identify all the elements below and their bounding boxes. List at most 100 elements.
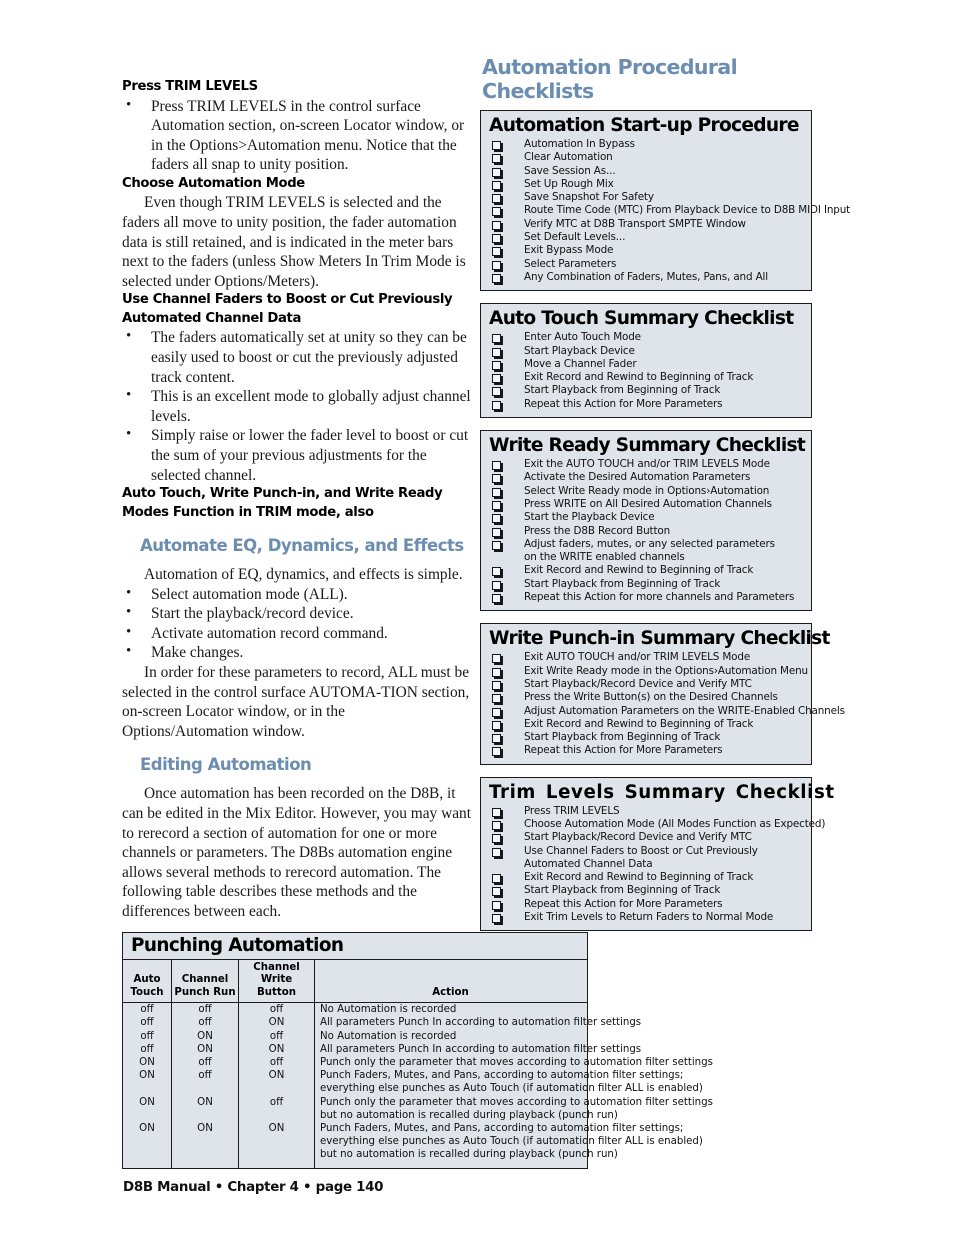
checkbox-icon[interactable] [492,461,501,471]
checklist-item[interactable]: Use Channel Faders to Boost or Cut Previ… [481,845,811,858]
checkbox-icon[interactable] [492,747,501,757]
checklist-item[interactable]: Press the Write Button(s) on the Desired… [481,691,811,704]
checklist-item[interactable]: Start Playback/Record Device and Verify … [481,678,811,691]
checkbox-icon[interactable] [492,400,501,410]
checklist-item[interactable]: Exit Record and Rewind to Beginning of T… [481,564,811,577]
checklist-item[interactable]: Repeat this Action for more channels and… [481,591,811,604]
checkbox-icon[interactable] [492,834,501,844]
checklist-item-label: Clear Automation [524,151,613,164]
checklist-item[interactable]: Press WRITE on All Desired Automation Ch… [481,498,811,511]
checklist-item[interactable]: Set Up Rough Mix [481,178,811,191]
checklist-item[interactable]: Verify MTC at D8B Transport SMPTE Window [481,218,811,231]
checklist-item[interactable]: Press the D8B Record Button [481,525,811,538]
checklist-item-label: Start Playback from Beginning of Track [524,577,721,590]
checkbox-icon[interactable] [492,694,501,704]
checklist-item[interactable]: Exit the AUTO TOUCH and/or TRIM LEVELS M… [481,458,811,471]
checkbox-icon[interactable] [492,914,501,924]
checklist-item[interactable]: Start the Playback Device [481,511,811,524]
checkbox-icon[interactable] [492,874,501,884]
checklist-item[interactable]: Exit Record and Rewind to Beginning of T… [481,371,811,384]
checklist-item[interactable]: Exit Record and Rewind to Beginning of T… [481,871,811,884]
checklist-item[interactable]: Select Parameters [481,258,811,271]
checkbox-icon[interactable] [492,707,501,717]
checkbox-icon[interactable] [492,680,501,690]
checklist-item[interactable]: Repeat this Action for More Parameters [481,744,811,757]
checklist-item[interactable]: Exit Write Ready mode in the Options›Aut… [481,665,811,678]
checkbox-icon[interactable] [492,360,501,370]
checkbox-icon[interactable] [492,141,501,150]
checklist-item[interactable]: Activate the Desired Automation Paramete… [481,471,811,484]
checkbox-icon[interactable] [492,474,501,484]
checklist-item[interactable]: Repeat this Action for More Parameters [481,398,811,411]
checklist-item[interactable]: Enter Auto Touch Mode [481,331,811,344]
checkbox-icon[interactable] [492,847,501,857]
checklist-item[interactable]: Press TRIM LEVELS [481,805,811,818]
col-punch-run-l2: Punch Run [174,986,236,998]
checklist-item[interactable]: Exit Trim Levels to Return Faders to Nor… [481,911,811,924]
checkbox-icon[interactable] [492,220,501,230]
checkbox-icon[interactable] [492,514,501,524]
checklist-item[interactable]: Exit AUTO TOUCH and/or TRIM LEVELS Mode [481,651,811,664]
checkbox-icon[interactable] [492,720,501,730]
checkbox-icon[interactable] [492,500,501,510]
checkbox-icon[interactable] [492,487,501,497]
checkbox-icon[interactable] [492,260,501,270]
table-row: off ON off No Automation is recorded [123,1029,587,1043]
checkbox-icon[interactable] [492,207,501,217]
checklist-item[interactable]: Route Time Code (MTC) From Playback Devi… [481,204,850,217]
checklist-item[interactable]: Start Playback from Beginning of Track [481,578,811,591]
checkbox-icon[interactable] [492,194,501,204]
checkbox-icon[interactable] [492,527,501,537]
checkbox-icon[interactable] [492,654,501,664]
checkbox-icon[interactable] [492,594,501,604]
checkbox-icon[interactable] [492,567,501,577]
checkbox-icon[interactable] [492,334,501,344]
checkbox-icon[interactable] [492,180,501,190]
bullet-item: Activate automation record command. [122,623,474,644]
checklist-item[interactable]: Adjust faders, mutes, or any selected pa… [481,538,811,551]
checklist-item[interactable]: Select Write Ready mode in Options›Autom… [481,485,811,498]
checkbox-icon[interactable] [492,273,501,283]
checklist-item[interactable]: Start Playback from Beginning of Track [481,884,811,897]
table-bottom-padding [123,1161,587,1168]
checklist-item[interactable]: Adjust Automation Parameters on the WRIT… [481,705,845,718]
checklist-item[interactable]: Repeat this Action for More Parameters [481,898,811,911]
checklist-item-label: Enter Auto Touch Mode [524,331,641,344]
checklist-item[interactable]: Start Playback Device [481,345,811,358]
checkbox-icon[interactable] [492,540,501,550]
checklist-item[interactable]: Start Playback from Beginning of Track [481,384,811,397]
checkbox-icon[interactable] [492,900,501,910]
checkbox-icon[interactable] [492,807,501,817]
checklist-item[interactable]: Save Session As... [481,165,811,178]
cell-punch-run: off [171,1056,239,1070]
checklist-item-label: Route Time Code (MTC) From Playback Devi… [524,204,851,217]
col-action-spacer [449,974,453,985]
checkbox-icon[interactable] [492,347,501,357]
checklist-item[interactable]: Save Snapshot For Safety [481,191,811,204]
checkbox-icon[interactable] [492,580,501,590]
checklist-item[interactable]: Exit Record and Rewind to Beginning of T… [481,718,811,731]
cell-auto-touch: ON [123,1069,172,1096]
checkbox-icon[interactable] [492,820,501,830]
checkbox-icon[interactable] [492,667,501,677]
checkbox-icon[interactable] [492,734,501,744]
checklist-item-label: Save Session As... [524,164,616,177]
checkbox-icon[interactable] [492,374,501,384]
checklist-item[interactable]: Clear Automation [481,151,811,164]
checklist-item[interactable]: Start Playback from Beginning of Track [481,731,811,744]
checkbox-icon[interactable] [492,167,501,177]
checkbox-icon[interactable] [492,247,501,257]
checkbox-icon[interactable] [492,387,501,397]
checkbox-icon[interactable] [492,154,501,164]
checklist-item[interactable]: Start Playback/Record Device and Verify … [481,831,811,844]
checkbox-icon[interactable] [492,234,501,244]
checklist-item[interactable]: Move a Channel Fader [481,358,811,371]
checklist-item[interactable]: Any Combination of Faders, Mutes, Pans, … [481,271,811,284]
checklist-item-label: Verify MTC at D8B Transport SMPTE Window [524,217,746,230]
checklist-item[interactable]: Set Default Levels... [481,231,811,244]
checkbox-icon[interactable] [492,887,501,897]
checklist-item[interactable]: Automation In Bypass [481,138,811,151]
section-subheading: Choose Automation Mode [122,175,305,191]
checklist-item[interactable]: Exit Bypass Mode [481,244,811,257]
checklist-item[interactable]: Choose Automation Mode (All Modes Functi… [481,818,825,831]
